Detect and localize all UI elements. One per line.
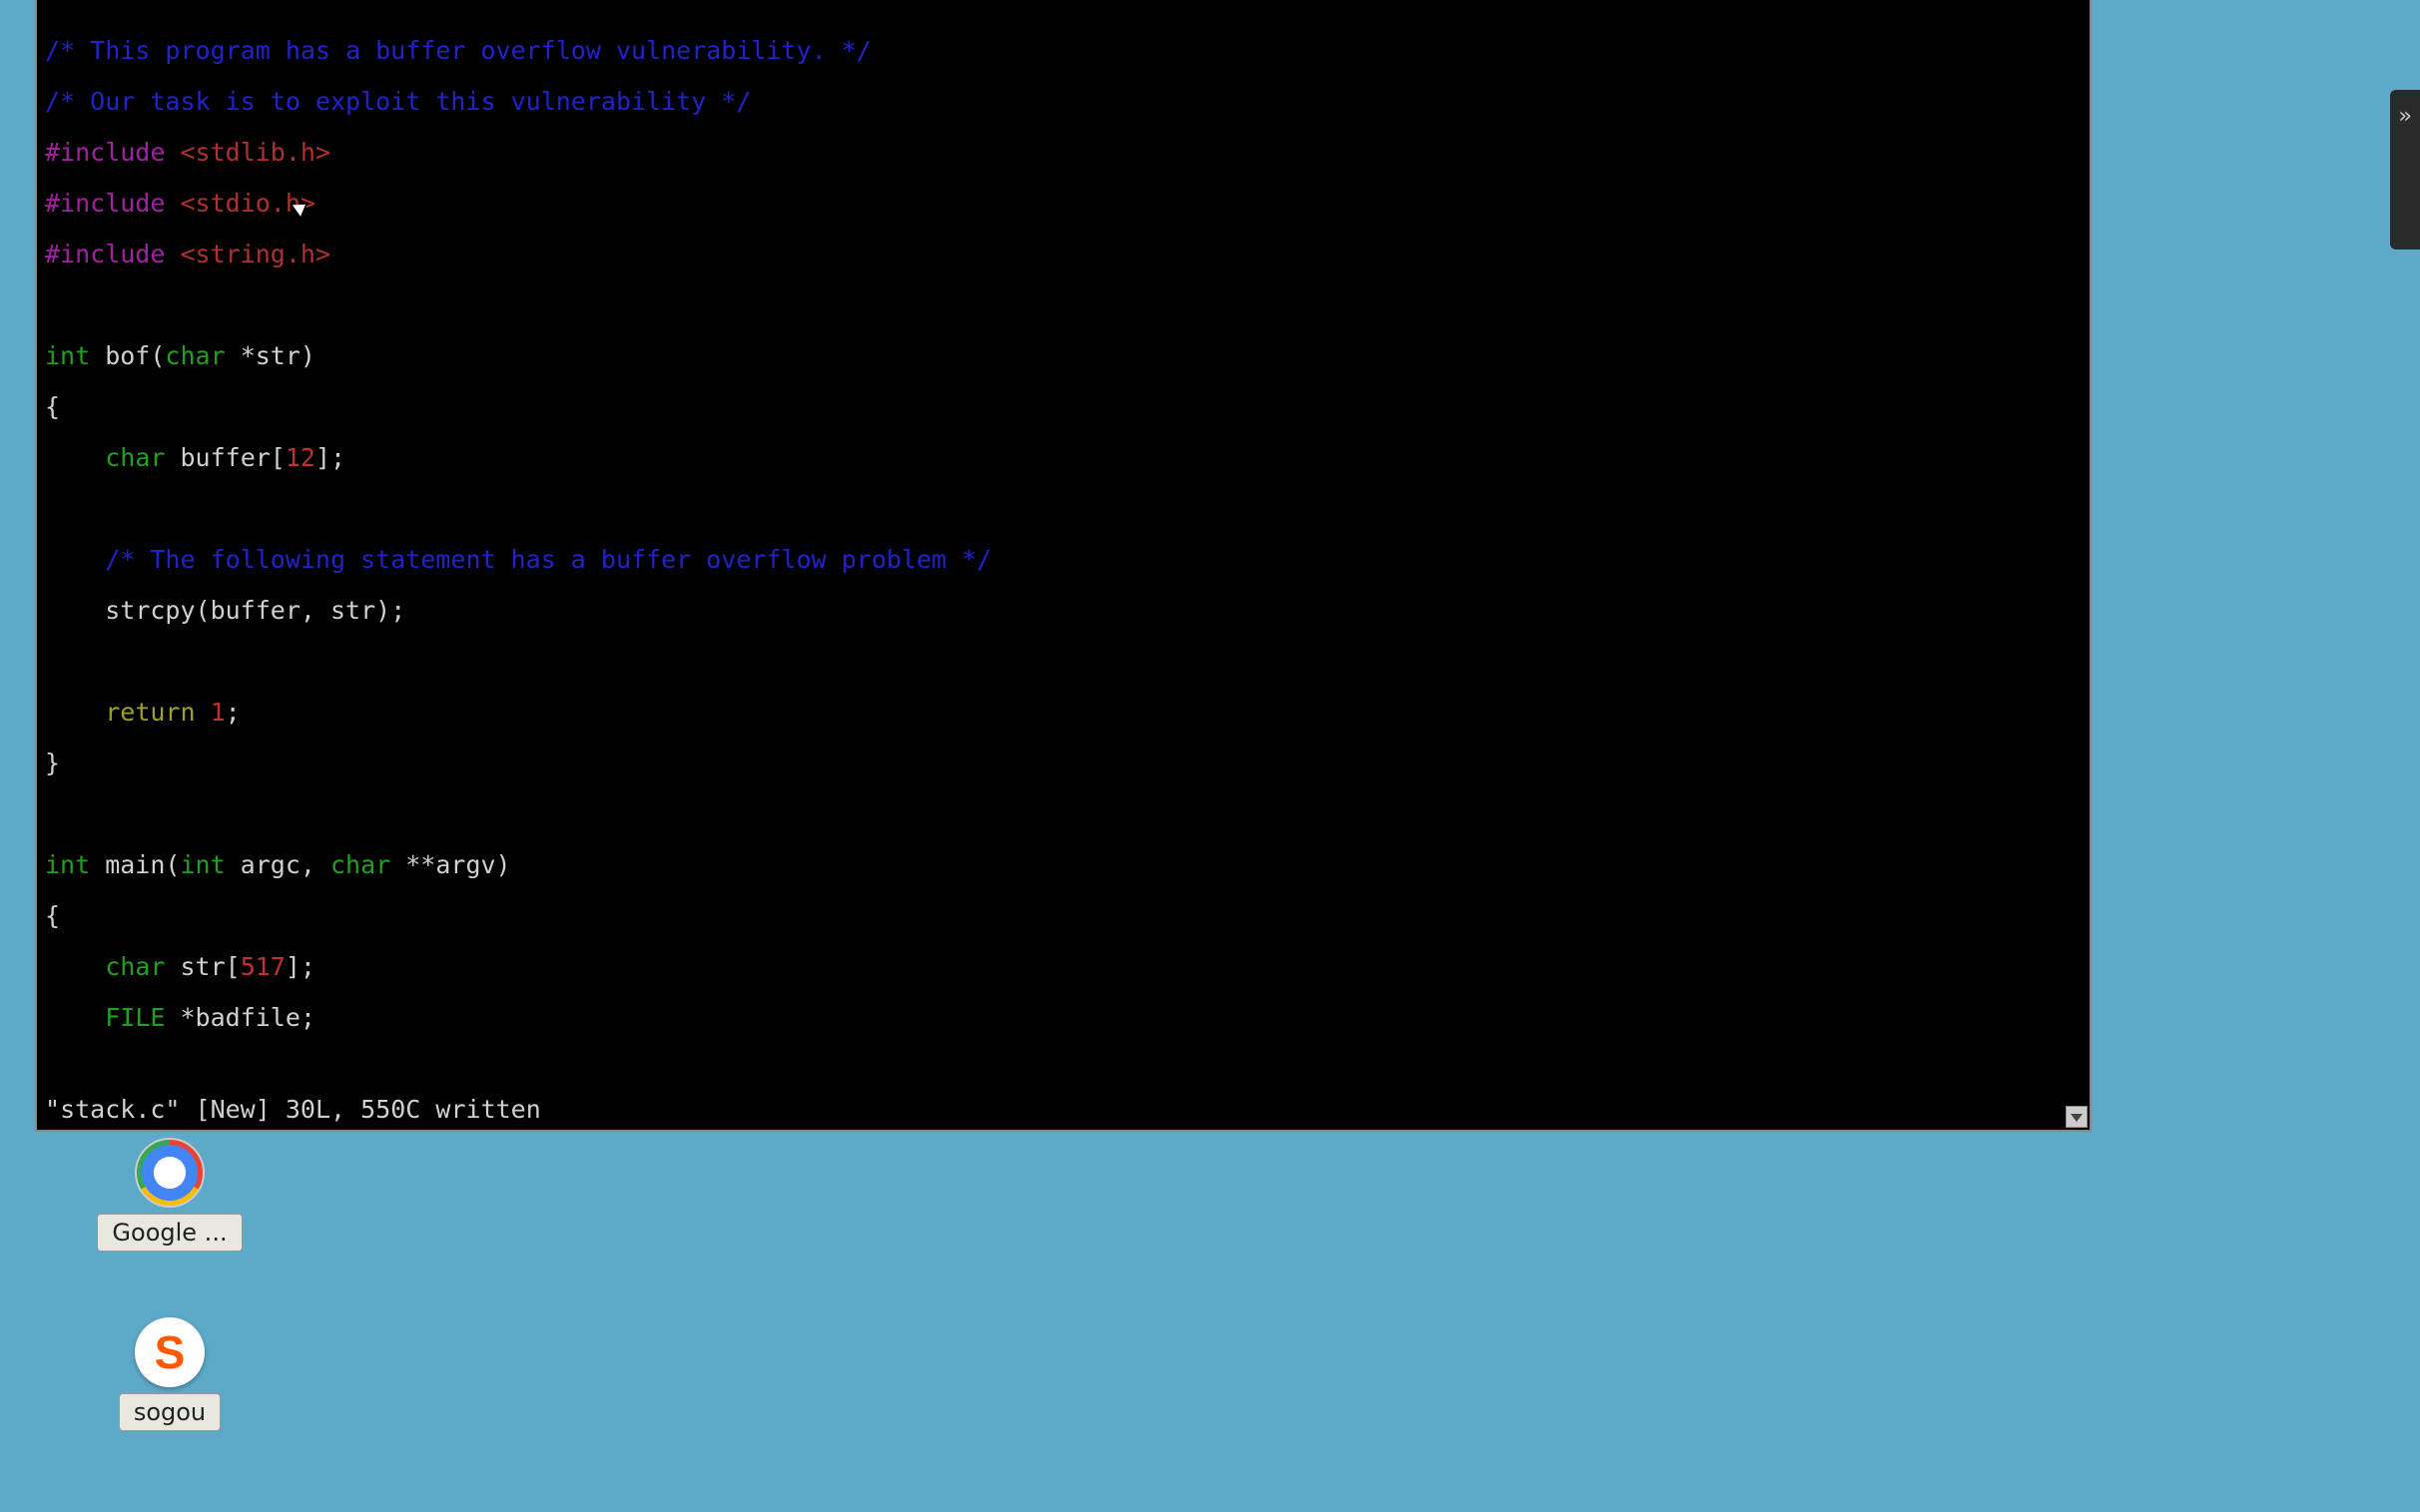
code-comment: /* Our task is to exploit this vulnerabi… — [45, 89, 2082, 115]
code-line: { — [45, 903, 2082, 929]
side-panel-expand-tab[interactable]: » — [2390, 90, 2420, 250]
sogou-icon: S — [135, 1317, 205, 1387]
code-line: #include <stdlib.h> — [45, 140, 2082, 166]
code-line: #include <stdio.h> — [45, 191, 2082, 217]
code-line: } — [45, 751, 2082, 776]
code-comment: /* This program has a buffer overflow vu… — [45, 38, 2082, 64]
code-blank — [45, 496, 2082, 522]
scrollbar-down-button[interactable] — [2066, 1106, 2088, 1128]
code-blank — [45, 801, 2082, 827]
desktop-icon-label: Google ... — [97, 1214, 242, 1252]
code-line: char buffer[12]; — [45, 445, 2082, 471]
chevron-right-icon: » — [2398, 104, 2411, 129]
code-line: strcpy(buffer, str); — [45, 598, 2082, 624]
code-blank — [45, 292, 2082, 318]
code-line: FILE *badfile; — [45, 1005, 2082, 1031]
desktop-icon-sogou[interactable]: S sogou — [90, 1317, 250, 1431]
code-line: return 1; — [45, 700, 2082, 726]
code-line: int main(int argc, char **argv) — [45, 852, 2082, 878]
code-line: char str[517]; — [45, 954, 2082, 980]
vim-status-line: "stack.c" [New] 30L, 550C written — [45, 1097, 541, 1123]
desktop-icon-chrome[interactable]: Google ... — [90, 1138, 250, 1252]
terminal-editor[interactable]: /* This program has a buffer overflow vu… — [35, 0, 2092, 1132]
code-blank — [45, 649, 2082, 675]
code-comment: /* The following statement has a buffer … — [45, 547, 2082, 573]
code-line: { — [45, 394, 2082, 420]
desktop-icon-label: sogou — [119, 1393, 221, 1431]
chrome-icon — [135, 1138, 205, 1208]
code-line: #include <string.h> — [45, 242, 2082, 267]
code-line: int bof(char *str) — [45, 343, 2082, 369]
